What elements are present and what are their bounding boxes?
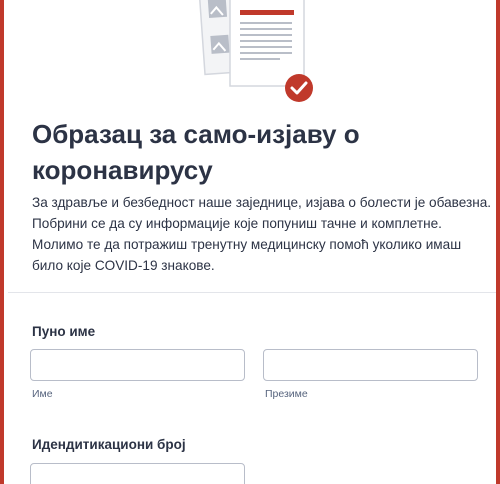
description-line-4: било које COVID-19 знакове. (32, 258, 215, 273)
first-name-sublabel: Име (32, 388, 53, 400)
id-number-input[interactable] (30, 463, 245, 484)
document-checkmark-icon (198, 0, 318, 105)
last-name-sublabel: Презиме (265, 388, 308, 400)
form-description: За здравље и безбедност наше заједнице, … (32, 192, 492, 276)
description-line-2: Побрини се да су информације које попуни… (32, 216, 442, 231)
description-line-3: Молимо те да потражиш тренутну медицинск… (32, 237, 462, 252)
page-title: Образац за само-изјаву о коронавирусу (32, 116, 492, 188)
form-frame: Образац за само-изјаву о коронавирусу За… (0, 0, 500, 484)
description-line-1: За здравље и безбедност наше заједнице, … (32, 195, 492, 210)
form-header: Образац за само-изјаву о коронавирусу За… (8, 0, 496, 292)
section-divider (8, 292, 496, 293)
last-name-input[interactable] (263, 349, 478, 381)
checkmark-badge-icon (285, 74, 313, 102)
full-name-label: Пуно име (32, 324, 96, 339)
title-line-1: Образац за само-изјаву о (32, 119, 360, 149)
first-name-input[interactable] (30, 349, 245, 381)
title-line-2: коронавирусу (32, 155, 213, 185)
id-number-label: Идендитикациони број (32, 437, 186, 452)
